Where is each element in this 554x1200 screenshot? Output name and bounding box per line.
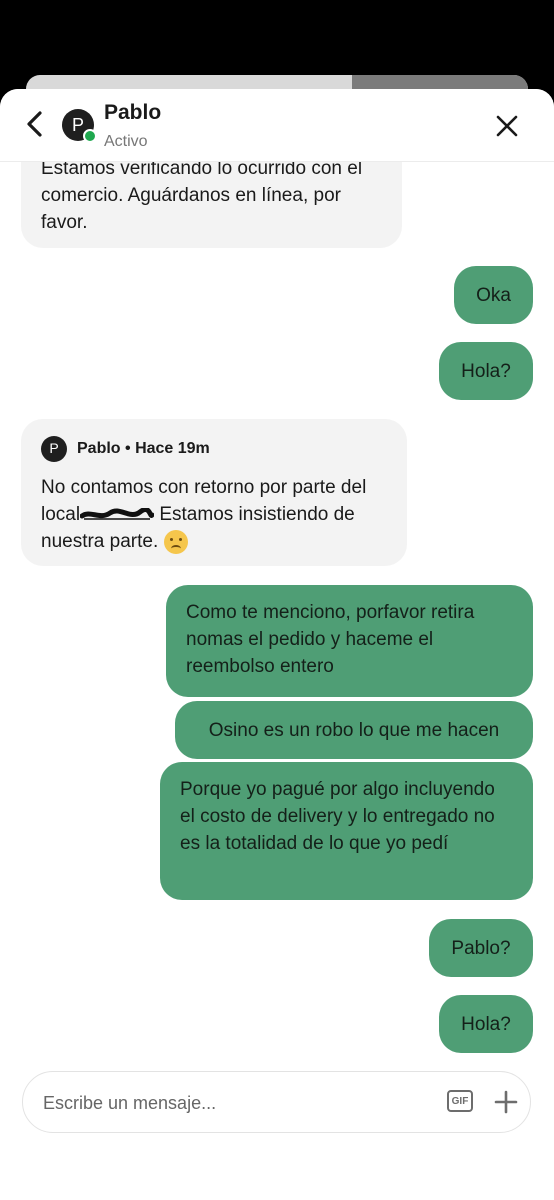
message-outgoing: Oka (454, 266, 533, 324)
add-attachment-button[interactable] (491, 1087, 521, 1117)
message-incoming: P Pablo • Hace 19m No contamos con retor… (21, 419, 407, 566)
message-time: Hace 19m (135, 440, 210, 457)
chevron-left-icon (27, 111, 42, 137)
message-outgoing: Pablo? (429, 919, 533, 977)
message-meta: P Pablo • Hace 19m (41, 435, 387, 462)
message-text: Oka (476, 284, 511, 306)
sender-info: Pablo • Hace 19m (77, 435, 210, 462)
sender-avatar: P (41, 435, 67, 462)
message-outgoing: Osino es un robo lo que me hacen (175, 701, 533, 759)
close-button[interactable] (490, 109, 524, 143)
sender-name: Pablo (77, 440, 121, 457)
message-body: No contamos con retorno por parte del lo… (41, 474, 387, 555)
message-outgoing: Como te menciono, porfavor retira nomas … (166, 585, 533, 697)
meta-separator: • (125, 440, 136, 457)
message-input[interactable] (41, 1072, 425, 1134)
message-text: Porque yo pagué por algo incluyendo el c… (180, 779, 495, 854)
back-button[interactable] (18, 107, 52, 141)
plus-icon (494, 1090, 518, 1114)
close-icon (496, 115, 518, 137)
gif-button[interactable]: GIF (447, 1090, 473, 1112)
message-outgoing: Porque yo pagué por algo incluyendo el c… (160, 762, 533, 900)
message-text: Estamos verificando lo ocurrido con el c… (41, 158, 363, 233)
contact-name: Pablo (104, 101, 162, 124)
message-text: Como te menciono, porfavor retira nomas … (186, 602, 475, 677)
online-indicator (83, 129, 97, 143)
disappointed-face-icon (163, 529, 188, 554)
chat-sheet: P Pablo Activo Estamos verificando lo oc… (0, 89, 554, 1200)
message-text: Pablo? (451, 937, 511, 959)
message-text: Osino es un robo lo que me hacen (208, 719, 500, 741)
message-outgoing: Hola? (439, 995, 533, 1053)
contact-status: Activo (104, 133, 148, 150)
chat-header: P Pablo Activo (0, 89, 554, 162)
message-text: Hola? (461, 360, 511, 382)
message-text: Hola? (461, 1013, 511, 1035)
redaction-scribble (80, 507, 155, 520)
message-composer: GIF (22, 1071, 531, 1134)
message-outgoing: Hola? (439, 342, 533, 400)
